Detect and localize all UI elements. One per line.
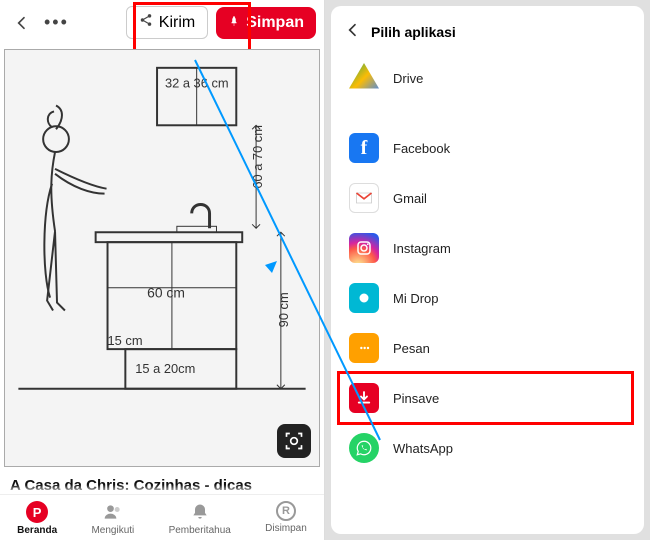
- pin-image[interactable]: 32 a 36 cm 60 a 70 cm 60 cm 15 cm 15 a 2…: [4, 49, 320, 467]
- dim-upper-gap: 60 a 70 cm: [250, 125, 265, 189]
- app-row-facebook[interactable]: f Facebook: [331, 123, 644, 173]
- facebook-icon: f: [349, 133, 379, 163]
- nav-notifications[interactable]: Pemberitahua: [169, 501, 231, 536]
- drive-icon: [349, 63, 379, 93]
- nav-home[interactable]: P Beranda: [17, 501, 57, 536]
- bell-icon: [189, 501, 211, 523]
- nav-notifications-label: Pemberitahua: [169, 525, 231, 536]
- pin-title: A Casa da Chris: Cozinhas - dicas: [0, 471, 324, 494]
- app-label-gmail: Gmail: [393, 191, 427, 206]
- pesan-icon: [349, 333, 379, 363]
- app-label-pesan: Pesan: [393, 341, 430, 356]
- instagram-icon: [349, 233, 379, 263]
- app-label-facebook: Facebook: [393, 141, 450, 156]
- app-label-midrop: Mi Drop: [393, 291, 439, 306]
- dim-counter-height: 90 cm: [276, 292, 291, 327]
- back-button[interactable]: [8, 9, 36, 37]
- nav-home-label: Beranda: [17, 525, 57, 536]
- dim-cabinet-width: 32 a 36 cm: [165, 76, 229, 91]
- nav-saved-label: Disimpan: [265, 523, 307, 534]
- whatsapp-icon: [349, 433, 379, 463]
- nav-following[interactable]: Mengikuti: [91, 501, 134, 536]
- dim-counter-width: 60 cm: [147, 285, 185, 301]
- person-icon: [102, 501, 124, 523]
- midrop-icon: [349, 283, 379, 313]
- bottom-nav: P Beranda Mengikuti Pemberitahua R Disim…: [0, 494, 324, 540]
- app-row-pinsave[interactable]: Pinsave: [331, 373, 644, 423]
- nav-following-label: Mengikuti: [91, 525, 134, 536]
- app-row-drive[interactable]: Drive: [331, 53, 644, 103]
- app-row-gmail[interactable]: Gmail: [331, 173, 644, 223]
- pinterest-icon: P: [26, 501, 48, 523]
- nav-saved[interactable]: R Disimpan: [265, 501, 307, 536]
- sheet-title: Pilih aplikasi: [371, 24, 456, 40]
- share-sheet: Pilih aplikasi Drive f Facebook Gmail In…: [331, 6, 644, 534]
- dim-toekick-depth: 15 cm: [108, 333, 143, 348]
- dim-toekick-height: 15 a 20cm: [135, 361, 195, 376]
- app-row-pesan[interactable]: Pesan: [331, 323, 644, 373]
- app-row-instagram[interactable]: Instagram: [331, 223, 644, 273]
- save-label: Simpan: [246, 14, 304, 32]
- visual-search-button[interactable]: [277, 424, 311, 458]
- app-row-midrop[interactable]: Mi Drop: [331, 273, 644, 323]
- app-label-instagram: Instagram: [393, 241, 451, 256]
- saved-icon: R: [276, 501, 296, 521]
- gmail-icon: [349, 183, 379, 213]
- app-row-whatsapp[interactable]: WhatsApp: [331, 423, 644, 473]
- app-label-drive: Drive: [393, 71, 423, 86]
- annotation-highlight-pinsave: [337, 371, 634, 425]
- more-menu-icon[interactable]: •••: [44, 12, 69, 33]
- app-label-whatsapp: WhatsApp: [393, 441, 453, 456]
- sheet-back-button[interactable]: [345, 22, 361, 41]
